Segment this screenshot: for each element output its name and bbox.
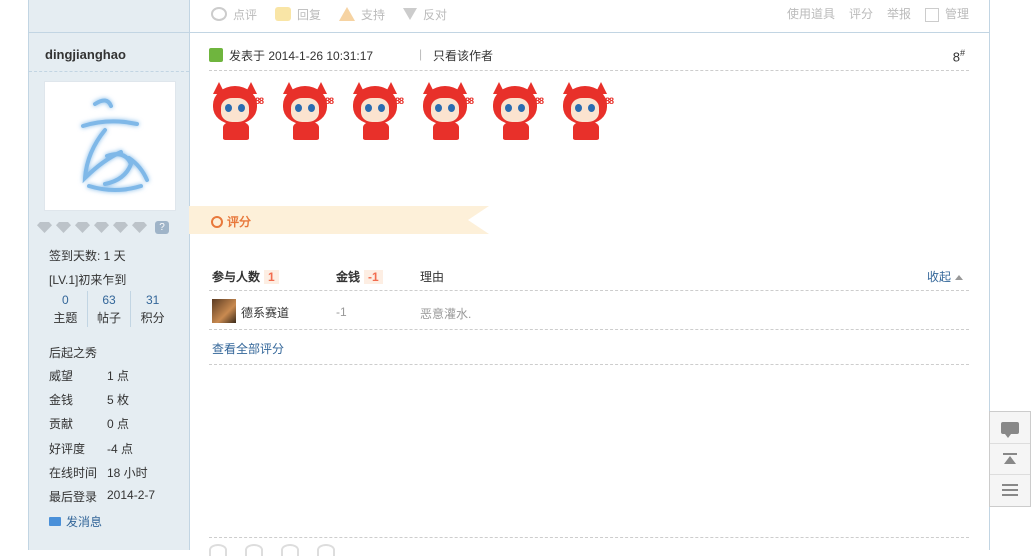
diamond-icon (113, 222, 128, 233)
user-sidebar: dingjianghao ? 签到天数: 1 天 [LV.1]初来乍到 0 主题… (29, 33, 190, 550)
user-level: [LV.1]初来乍到 (49, 273, 127, 287)
crying-fox-emoticon: 88 (211, 82, 267, 142)
table-row: 德系赛道 -1 恶意灌水. (209, 296, 969, 330)
rating-reason: 恶意灌水. (420, 307, 472, 321)
reply-icon (275, 7, 292, 21)
list-icon (1002, 483, 1018, 496)
prop-last-login: 最后登录 2014-2-7 (49, 488, 156, 504)
rating-value: -1 (336, 305, 347, 319)
thumbs-up-icon[interactable] (281, 544, 299, 556)
participants-header: 参与人数 1 (212, 268, 279, 285)
avatar[interactable] (44, 81, 176, 211)
divider (29, 71, 189, 72)
crying-fox-emoticon: 88 (561, 82, 617, 142)
collapse-link[interactable]: 收起 (927, 268, 963, 285)
rater-name[interactable]: 德系赛道 (241, 304, 289, 321)
reason-header: 理由 (420, 270, 445, 284)
prop-online-time: 在线时间 18 小时 (49, 466, 148, 480)
comment-icon (211, 7, 227, 21)
stat-posts[interactable]: 63 帖子 (88, 291, 132, 327)
money-total: -1 (364, 270, 383, 284)
manage-link[interactable]: 管理 (924, 5, 969, 22)
floor-number[interactable]: 8# (953, 48, 965, 64)
floating-tools-panel (989, 411, 1031, 507)
thumbs-down-icon (403, 8, 418, 20)
avatar-image (81, 98, 149, 192)
reply-icon[interactable] (245, 544, 263, 556)
diamond-icon (56, 222, 71, 233)
sidebar-top-fill (29, 0, 190, 32)
participants-count: 1 (264, 270, 279, 284)
prop-money: 金钱 5 枚 (49, 393, 130, 407)
collapse-arrow-icon (955, 275, 963, 281)
divider (209, 537, 969, 538)
post-time: 发表于 2014-1-26 10:31:17 (229, 49, 374, 63)
back-to-top-button[interactable] (990, 443, 1030, 475)
thumbs-up-icon (339, 7, 356, 21)
post-content-emoticons: 88 88 88 88 88 88 (211, 82, 617, 142)
post-action-bar: 点评 回复 支持 反对 (211, 5, 465, 23)
only-author-link[interactable]: 只看该作者 (433, 47, 493, 64)
back-to-top-icon (1003, 452, 1017, 465)
user-group[interactable]: 后起之秀 (49, 344, 97, 361)
money-header: 金钱 -1 (336, 268, 383, 285)
username-link[interactable]: dingjianghao (45, 47, 126, 62)
next-post-action-bar (209, 544, 335, 556)
post-manage-bar: 使用道具 评分 举报 管理 (787, 5, 969, 22)
divider (209, 364, 969, 365)
diamond-icon (94, 222, 109, 233)
crying-fox-emoticon: 88 (281, 82, 337, 142)
rating-table-header: 参与人数 1 金钱 -1 理由 收起 (209, 266, 969, 291)
view-all-ratings-link[interactable]: 查看全部评分 (212, 340, 284, 357)
support-action[interactable]: 支持 (339, 6, 385, 23)
oppose-action[interactable]: 反对 (403, 6, 447, 23)
user-stats: 0 主题 63 帖子 31 积分 (44, 291, 174, 327)
diamond-icon (75, 222, 90, 233)
prop-rating: 好评度 -4 点 (49, 442, 134, 456)
stat-credits[interactable]: 31 积分 (131, 291, 174, 327)
rating-circle-icon (211, 216, 223, 228)
help-icon[interactable]: ? (155, 221, 169, 234)
rater-avatar[interactable] (212, 299, 236, 323)
prop-contribution: 贡献 0 点 (49, 417, 130, 431)
thumbs-down-icon[interactable] (317, 544, 335, 556)
rating-title: 评分 (227, 215, 252, 229)
use-item-link[interactable]: 使用道具 (787, 5, 835, 22)
rate-link[interactable]: 评分 (849, 5, 873, 22)
report-link[interactable]: 举报 (887, 5, 911, 22)
manage-icon (924, 7, 939, 22)
online-status-icon (209, 48, 223, 62)
post-header: 发表于 2014-1-26 10:31:17 | 只看该作者 8# (209, 46, 969, 71)
reply-action[interactable]: 回复 (275, 6, 321, 23)
diamond-icon (37, 222, 52, 233)
chat-bubble-icon (1001, 421, 1019, 438)
crying-fox-emoticon: 88 (351, 82, 407, 142)
comment-icon[interactable] (209, 544, 227, 556)
separator: | (419, 47, 423, 61)
send-message-link[interactable]: 发消息 (49, 513, 102, 530)
previous-post-actions: 点评 回复 支持 反对 使用道具 评分 举报 管理 (29, 0, 989, 33)
return-to-list-button[interactable] (990, 474, 1030, 505)
quick-reply-button[interactable] (990, 412, 1030, 444)
crying-fox-emoticon: 88 (491, 82, 547, 142)
diamond-icon (132, 222, 147, 233)
rating-banner: 评分 (189, 206, 489, 234)
prop-prestige: 威望 1 点 (49, 369, 130, 383)
sign-days: 签到天数: 1 天 (49, 249, 126, 263)
stat-threads[interactable]: 0 主题 (44, 291, 88, 327)
comment-action[interactable]: 点评 (211, 6, 257, 23)
envelope-icon (49, 517, 61, 526)
medal-row: ? (37, 221, 169, 234)
post-frame: 点评 回复 支持 反对 使用道具 评分 举报 管理 dingjianghao ?… (28, 0, 990, 556)
crying-fox-emoticon: 88 (421, 82, 477, 142)
